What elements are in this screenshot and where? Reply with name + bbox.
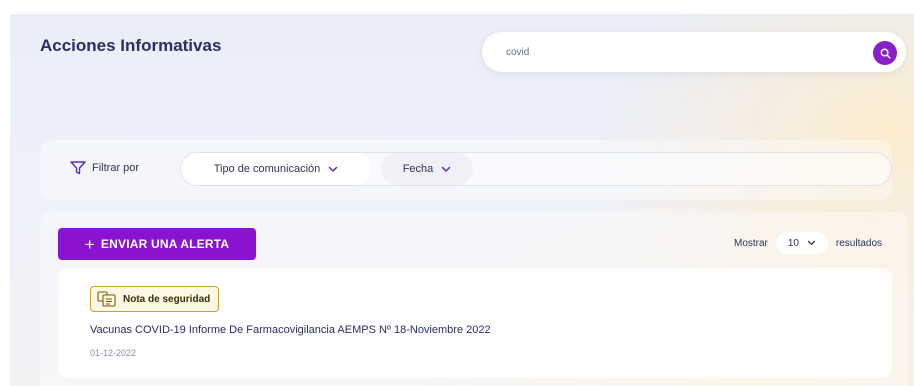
search-input[interactable] (506, 44, 846, 60)
filter-label[interactable]: Filtrar por (70, 161, 139, 175)
show-suffix: resultados (835, 237, 883, 249)
filter-date-label: Fecha (402, 163, 434, 175)
results-panel: + ENVIAR UNA ALERTA Mostrar 10 resultado… (40, 212, 908, 386)
filter-date[interactable]: Fecha (381, 153, 473, 185)
send-alert-label: ENVIAR UNA ALERTA (100, 237, 230, 251)
filter-communication-type-label: Tipo de comunicación (213, 163, 321, 175)
chevron-down-icon (328, 166, 338, 173)
search-button[interactable] (873, 41, 897, 65)
type-badge-label: Nota de seguridad (123, 293, 211, 305)
plus-icon: + (84, 234, 95, 254)
search-icon (880, 48, 890, 58)
send-alert-button[interactable]: + ENVIAR UNA ALERTA (58, 228, 256, 260)
result-date: 01-12-2022 (90, 348, 137, 358)
page-title: Acciones Informativas (40, 36, 222, 55)
page-size-select[interactable]: 10 (775, 232, 828, 254)
page-size-control: Mostrar 10 resultados (734, 232, 882, 254)
page-size-value: 10 (787, 237, 799, 249)
result-item[interactable]: Nota de seguridad Vacunas COVID-19 Infor… (58, 268, 892, 378)
chevron-down-icon (807, 240, 816, 246)
search-bar (482, 32, 906, 72)
document-note-icon (97, 291, 117, 307)
type-badge: Nota de seguridad (90, 286, 220, 312)
result-title-link[interactable]: Vacunas COVID-19 Informe De Farmacovigil… (90, 324, 491, 336)
filter-label-text: Filtrar por (92, 162, 140, 174)
chevron-down-icon (441, 166, 451, 173)
filter-options: Tipo de comunicación Fecha (180, 152, 892, 186)
filter-bar: Filtrar por Tipo de comunicación Fecha (40, 140, 892, 200)
filter-icon (70, 161, 86, 175)
show-prefix: Mostrar (734, 237, 768, 249)
filter-communication-type[interactable]: Tipo de comunicación (181, 153, 371, 185)
